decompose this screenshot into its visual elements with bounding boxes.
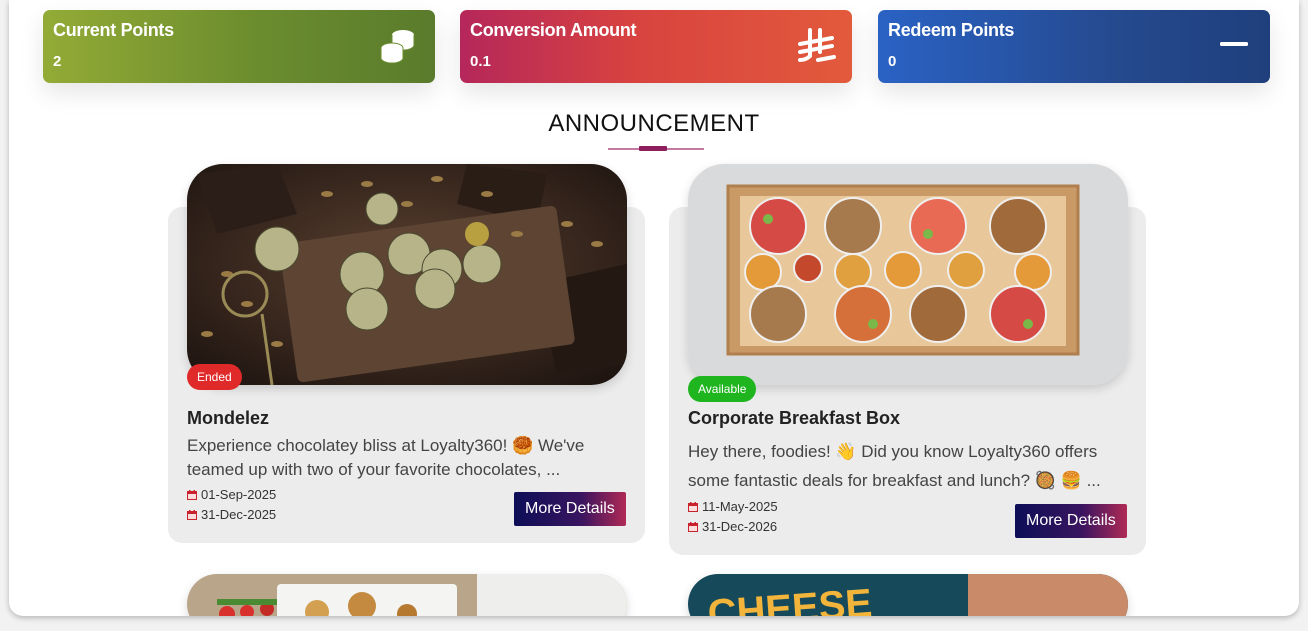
conversion-amount-value: 0.1 — [470, 53, 491, 70]
redeem-points-card[interactable]: Redeem Points 0 — [878, 10, 1270, 83]
calendar-icon — [187, 489, 197, 500]
card-end-date-breakfast-box: 31-Dec-2026 — [688, 519, 777, 534]
currency-symbol-icon — [798, 28, 836, 62]
card-description-breakfast-box: Hey there, foodies! 👋 Did you know Loyal… — [688, 442, 1101, 490]
start-date-text: 01-Sep-2025 — [201, 487, 277, 502]
card-start-date-mondelez: 01-Sep-2025 — [187, 487, 276, 502]
announcement-heading: ANNOUNCEMENT — [548, 110, 760, 137]
calendar-icon — [688, 521, 698, 532]
coins-stack-icon — [380, 30, 415, 64]
heading-underline-accent — [639, 146, 667, 151]
end-date-text: 31-Dec-2026 — [702, 519, 778, 534]
chocolate-truffles-image — [187, 164, 627, 385]
status-badge-available: Available — [688, 376, 757, 402]
start-date-text: 11-May-2025 — [702, 499, 778, 514]
card-title-mondelez: Mondelez — [187, 408, 270, 428]
conversion-amount-card[interactable]: Conversion Amount 0.1 — [460, 10, 852, 83]
salad-takeaway-image — [187, 574, 627, 616]
breakfast-box-image — [688, 164, 1128, 385]
minus-icon — [1220, 42, 1248, 46]
card-end-date-mondelez: 31-Dec-2025 — [187, 507, 276, 522]
card-title-breakfast-box: Corporate Breakfast Box — [688, 408, 901, 428]
calendar-icon — [187, 509, 197, 520]
calendar-icon — [688, 501, 698, 512]
conversion-amount-label: Conversion Amount — [470, 20, 637, 40]
cheese-promo-image: CHEESE — [688, 574, 1128, 616]
more-details-button[interactable]: More Details — [1015, 504, 1127, 538]
current-points-card[interactable]: Current Points 2 — [43, 10, 435, 83]
status-badge-ended: Ended — [187, 364, 242, 390]
more-details-button[interactable]: More Details — [514, 492, 626, 526]
end-date-text: 31-Dec-2025 — [201, 507, 277, 522]
card-start-date-breakfast-box: 11-May-2025 — [688, 499, 778, 514]
main-frame: Current Points 2 Conversion Amount 0.1 R… — [9, 0, 1299, 616]
redeem-points-value: 0 — [888, 53, 897, 70]
redeem-points-label: Redeem Points — [888, 20, 1015, 40]
current-points-label: Current Points — [53, 20, 174, 40]
current-points-value: 2 — [53, 53, 62, 70]
card-description-mondelez: Experience chocolatey bliss at Loyalty36… — [187, 436, 585, 479]
